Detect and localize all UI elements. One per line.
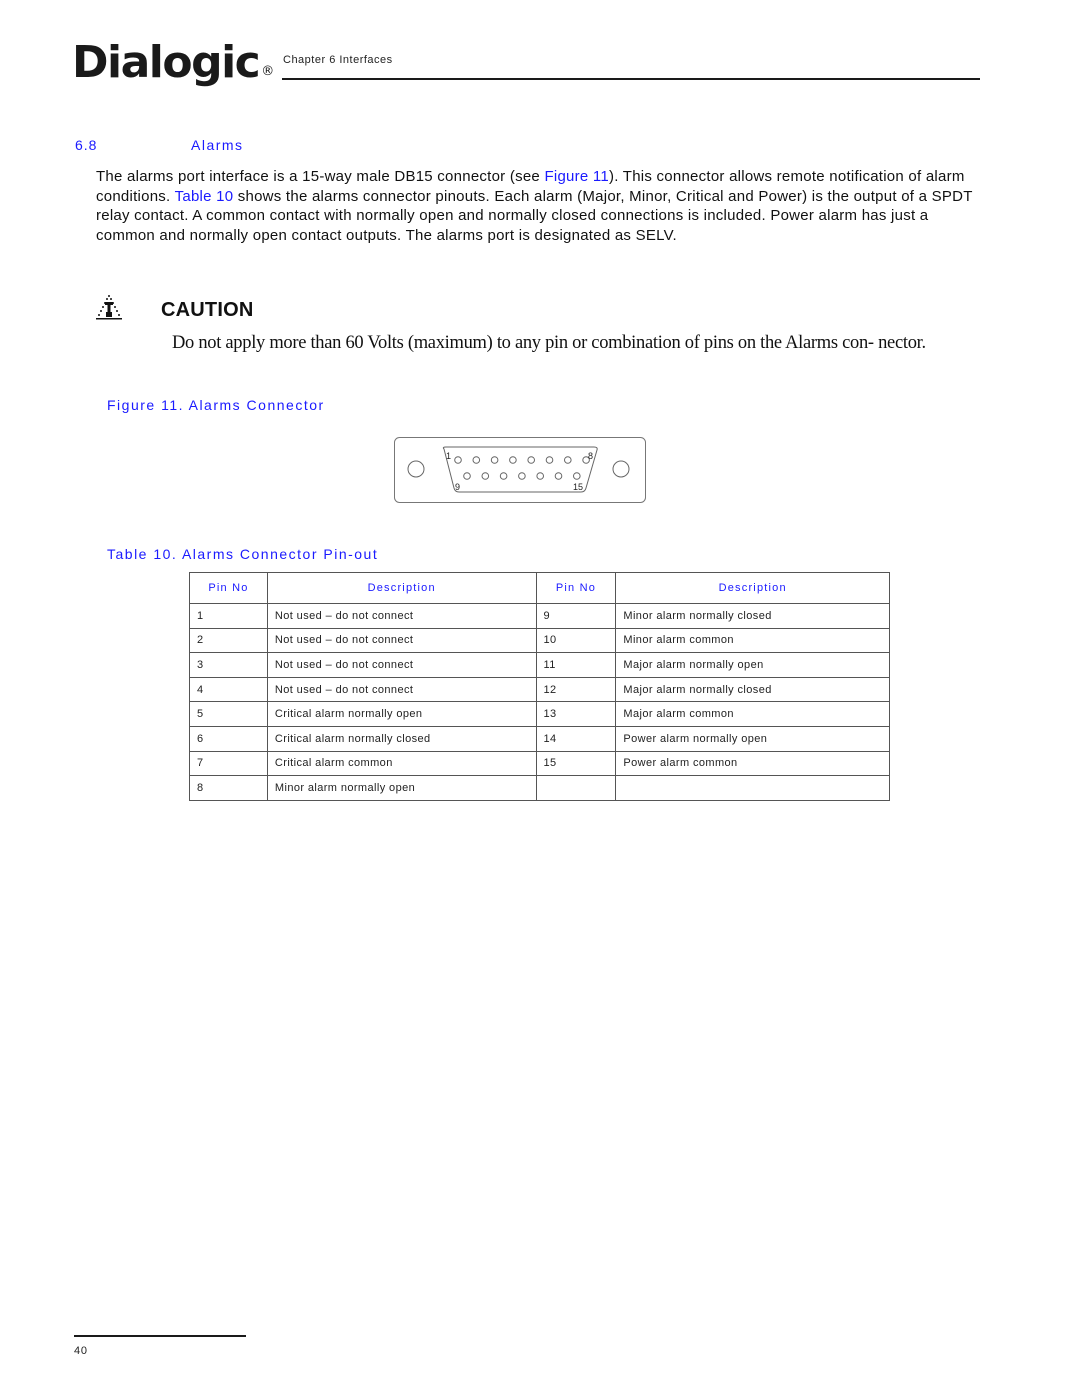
description-cell: Power alarm normally open — [615, 725, 890, 752]
pin-no-cell: 15 — [535, 750, 617, 777]
pin-no-cell: 12 — [535, 676, 617, 703]
registered-mark: ® — [261, 64, 275, 79]
caution-warning-triangle-icon — [96, 295, 122, 320]
pin-no-cell: 8 — [189, 775, 268, 801]
pin-label-1: 1 — [446, 451, 451, 461]
pin-no-cell: 6 — [189, 725, 268, 752]
caution-text: Do not apply more than 60 Volts (maximum… — [172, 333, 926, 353]
section-number: 6.8 — [75, 137, 98, 153]
description-cell: Not used – do not connect — [266, 676, 537, 703]
description-cell — [615, 775, 890, 801]
pin-no-cell: 4 — [189, 676, 268, 703]
pin-1 — [454, 456, 462, 464]
header-rule — [282, 78, 980, 80]
pin-no-cell: 5 — [189, 701, 268, 727]
section-title: Alarms — [191, 137, 244, 153]
pin-no-cell: 7 — [189, 750, 268, 777]
mount-hole-right — [612, 460, 630, 478]
pin-label-15: 15 — [573, 482, 583, 492]
pin-12 — [518, 472, 526, 480]
table-row: 1 Not used – do not connect 9 Minor alarm n… — [189, 603, 890, 629]
description-cell: Minor alarm normally open — [266, 775, 537, 801]
pin-3 — [490, 456, 499, 464]
figure-11-link[interactable]: Figure 11 — [544, 168, 609, 185]
pin-no-cell: 1 — [189, 603, 268, 629]
table-row: 8 Minor alarm normally open — [189, 775, 890, 801]
pin-no-cell: 14 — [535, 725, 617, 752]
table-row: 5 Critical alarm normally open 13 Major ala… — [189, 701, 890, 727]
description-cell: Not used – do not connect — [266, 627, 537, 654]
db15-connector-diagram: 1 8 9 15 — [394, 437, 646, 503]
pin-9 — [463, 472, 471, 480]
chapter-heading: Chapter 6 Interfaces — [283, 54, 393, 66]
pinout-table: Pin No Description Pin No Description 1N… — [189, 572, 890, 801]
paragraph-text-1: The alarms port interface is a 15-way ma… — [96, 168, 545, 185]
header-pin-no-right: Pin No — [535, 572, 617, 604]
pin-no-cell: 13 — [535, 701, 617, 727]
table-row: 4 Not used – do not connect 12 Major alarm … — [189, 676, 890, 703]
pin-7 — [564, 456, 572, 464]
pin-no-cell: 10 — [535, 627, 617, 654]
pin-5 — [527, 456, 535, 464]
description-cell: Major alarm normally open — [615, 652, 890, 678]
header-description-left: Description — [266, 572, 537, 604]
description-cell: Not used – do not connect — [266, 652, 537, 678]
pin-10 — [481, 472, 490, 480]
table-row: 3 Not used – do not connect 11 Major alarm … — [189, 652, 890, 678]
table-header-row: Pin No Description Pin No Description — [189, 572, 890, 604]
pin-13 — [536, 472, 544, 480]
pin-label-8: 8 — [588, 451, 593, 461]
pin-11 — [499, 472, 508, 480]
description-cell: Power alarm common — [615, 750, 890, 777]
pin-no-cell: 9 — [535, 603, 617, 629]
pin-no-cell: 11 — [535, 652, 617, 678]
pin-label-9: 9 — [455, 482, 460, 492]
pin-2 — [472, 456, 481, 464]
pin-14 — [554, 472, 563, 480]
mount-hole-left — [407, 460, 425, 478]
table-row: 7 Critical alarm common 15 Power alarm comm… — [189, 750, 890, 777]
description-cell: Critical alarm normally open — [266, 701, 537, 727]
pin-15 — [573, 472, 581, 480]
header-description-right: Description — [615, 572, 890, 604]
body-paragraph: The alarms port interface is a 15-way ma… — [96, 167, 976, 245]
pin-no-cell: 2 — [189, 627, 268, 654]
pin-no-cell: 3 — [189, 652, 268, 678]
pin-6 — [545, 456, 554, 464]
table-10-link[interactable]: Table 10 — [175, 188, 234, 205]
description-cell: Critical alarm common — [266, 750, 537, 777]
table-caption: Table 10. Alarms Connector Pin-out — [107, 546, 379, 562]
logo-text: Dialogic — [72, 37, 261, 88]
description-cell: Critical alarm normally closed — [266, 725, 537, 752]
footer-rule — [74, 1335, 246, 1337]
description-cell: Major alarm normally closed — [615, 676, 890, 703]
description-cell: Not used – do not connect — [266, 603, 537, 629]
page-number: 40 — [74, 1345, 88, 1357]
table-row: 6 Critical alarm normally closed 14 Power a… — [189, 725, 890, 752]
pin-4 — [509, 456, 517, 464]
figure-caption: Figure 11. Alarms Connector — [107, 397, 325, 413]
header-pin-no-left: Pin No — [189, 572, 268, 604]
description-cell: Minor alarm normally closed — [615, 603, 890, 629]
dialogic-logo: Dialogic ® — [72, 38, 274, 97]
description-cell: Minor alarm common — [615, 627, 890, 654]
caution-title: CAUTION — [161, 299, 254, 321]
table-row: 2 Not used – do not connect 10 Minor alarm … — [189, 627, 890, 654]
pin-no-cell — [535, 775, 617, 801]
description-cell: Major alarm common — [615, 701, 890, 727]
